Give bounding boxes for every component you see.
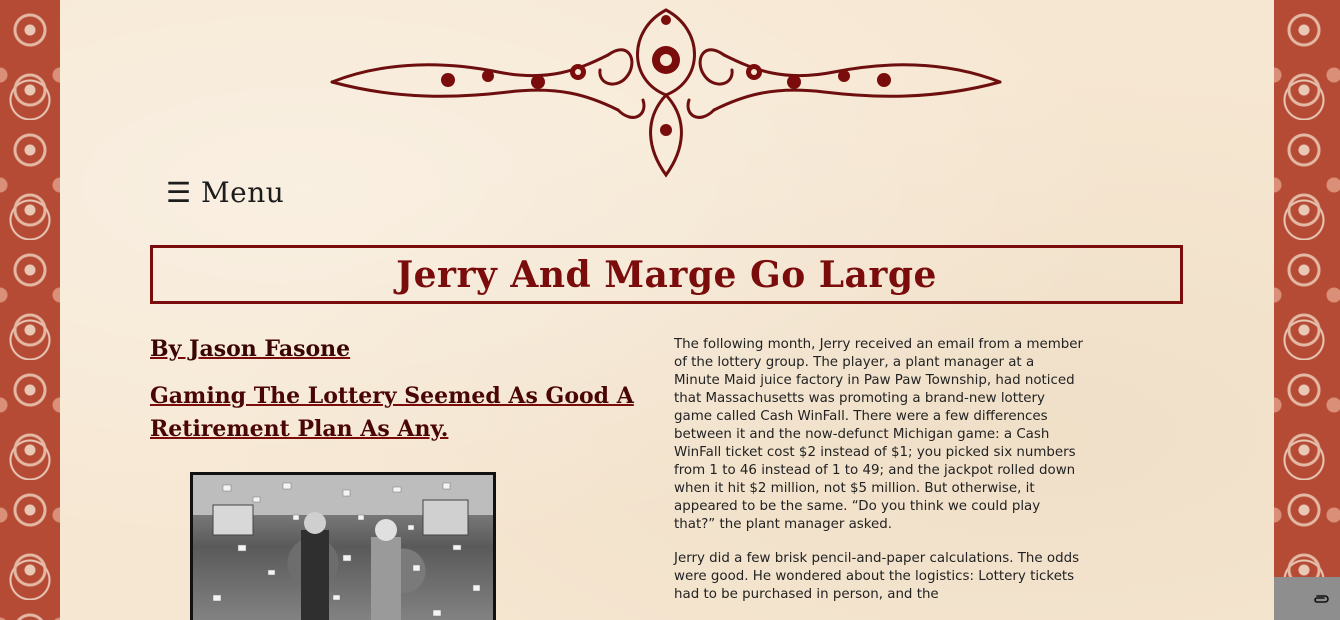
page-content: ☰ Menu Jerry And Marge Go Large By Jason…	[60, 0, 1274, 620]
article-subhead[interactable]: Gaming The Lottery Seemed As Good A Reti…	[150, 380, 660, 446]
attach-button[interactable]	[1274, 577, 1340, 620]
author-byline[interactable]: By Jason Fasone	[150, 336, 660, 362]
photo-scene	[193, 475, 493, 620]
left-decorative-border	[0, 0, 60, 620]
page-title-box: Jerry And Marge Go Large	[150, 245, 1183, 304]
lottery-photo	[190, 472, 496, 620]
article-body: The following month, Jerry received an e…	[674, 336, 1084, 620]
paperclip-icon	[1314, 594, 1329, 603]
page-title: Jerry And Marge Go Large	[396, 253, 937, 296]
article-paragraph: Jerry did a few brisk pencil-and-paper c…	[674, 551, 1080, 602]
ornament-flourish	[330, 8, 1002, 178]
right-decorative-border	[1274, 0, 1340, 620]
article-header: By Jason Fasone Gaming The Lottery Seeme…	[150, 336, 660, 446]
menu-toggle-button[interactable]: ☰ Menu	[166, 176, 284, 209]
article-paragraph: The following month, Jerry received an e…	[674, 337, 1084, 532]
